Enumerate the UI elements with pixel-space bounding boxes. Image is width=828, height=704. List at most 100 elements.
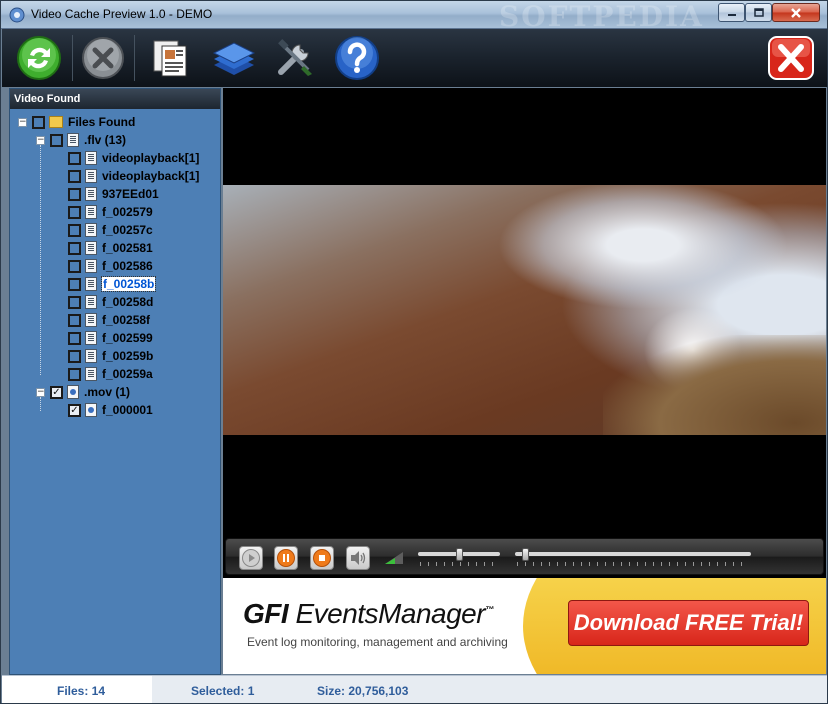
refresh-icon [17, 36, 61, 80]
pages-button[interactable] [208, 33, 258, 83]
stacked-pages-icon [212, 42, 256, 75]
video-preview[interactable] [223, 88, 826, 535]
file-checkbox[interactable] [68, 349, 81, 363]
minimize-button[interactable] [718, 3, 745, 22]
file-checkbox[interactable]: ✓ [50, 385, 63, 399]
video-file-icon [85, 241, 97, 255]
app-icon [9, 7, 25, 23]
tree-file-label: f_00259a [102, 367, 153, 381]
maximize-icon [753, 7, 764, 17]
settings-button[interactable] [270, 33, 320, 83]
file-checkbox[interactable] [68, 151, 81, 165]
file-checkbox[interactable] [68, 187, 81, 201]
tree-file-item[interactable]: f_002581 [54, 239, 153, 257]
tree-file-label: videoplayback[1] [102, 151, 200, 165]
ad-tagline: Event log monitoring, management and arc… [247, 635, 508, 649]
tree-file-label: f_00259b [102, 349, 154, 363]
exit-icon [768, 36, 814, 80]
expand-collapse-toggle[interactable]: − [18, 117, 27, 127]
tree-file-item[interactable]: 937EEd01 [54, 185, 159, 203]
refresh-button[interactable] [14, 33, 64, 83]
seek-slider-thumb[interactable] [522, 548, 530, 561]
ad-brand-thin: EventsManager [295, 598, 486, 629]
tree-file-item[interactable]: f_00258d [54, 293, 153, 311]
exit-button[interactable] [766, 33, 816, 83]
pause-button[interactable] [274, 546, 298, 570]
tree-file-label: f_00257c [102, 223, 153, 237]
seek-ticks [517, 562, 749, 566]
tree-group[interactable]: − ✓ .mov (1) [36, 383, 130, 401]
video-file-icon [85, 313, 97, 327]
ad-banner[interactable]: GFI EventsManager™ Event log monitoring,… [223, 578, 826, 674]
play-button[interactable] [239, 546, 263, 570]
video-frame [223, 185, 826, 435]
volume-ticks [420, 562, 498, 566]
file-checkbox[interactable] [68, 205, 81, 219]
tree-file-item[interactable]: f_00259b [54, 347, 153, 365]
file-checkbox[interactable] [68, 223, 81, 237]
file-checkbox[interactable] [68, 169, 81, 183]
report-button[interactable] [146, 33, 196, 83]
maximize-button[interactable] [745, 3, 772, 22]
tree-file-item[interactable]: f_00257c [54, 221, 153, 239]
file-checkbox[interactable] [68, 313, 81, 327]
help-button[interactable] [332, 33, 382, 83]
file-checkbox[interactable] [32, 115, 45, 129]
close-icon [791, 7, 801, 18]
flv-file-icon [67, 133, 79, 147]
file-checkbox[interactable] [68, 331, 81, 345]
panel-header: Video Found [10, 89, 220, 109]
expand-collapse-toggle[interactable]: − [36, 135, 45, 145]
video-frame-detail [603, 335, 826, 435]
stop-playback-button[interactable] [310, 546, 334, 570]
tree-file-item[interactable]: f_002586 [54, 257, 153, 275]
ad-brand-bold: GFI [243, 598, 296, 629]
file-checkbox[interactable] [68, 295, 81, 309]
documents-icon [153, 40, 187, 77]
file-checkbox[interactable] [68, 367, 81, 381]
help-icon [335, 36, 379, 80]
expand-collapse-toggle[interactable]: − [36, 387, 45, 397]
tree-file-label: f_00258f [102, 313, 151, 327]
volume-level-icon [385, 552, 403, 564]
title-bar: Video Cache Preview 1.0 - DEMO SOFTPEDIA [1, 1, 827, 33]
close-window-button[interactable] [772, 3, 820, 22]
tree-file-item[interactable]: ✓ f_000001 [54, 401, 153, 419]
tree-file-label: f_00258d [102, 295, 154, 309]
tree-file-item[interactable]: f_00258b [54, 275, 157, 293]
tree-file-item[interactable]: f_002599 [54, 329, 153, 347]
stop-button[interactable] [78, 33, 128, 83]
tree-file-label[interactable]: f_00258b [100, 276, 157, 292]
file-checkbox[interactable] [68, 277, 81, 291]
tree-root-label: Files Found [68, 115, 136, 129]
folder-icon [49, 116, 63, 128]
tree-file-item[interactable]: videoplayback[1] [54, 167, 199, 185]
window-title: Video Cache Preview 1.0 - DEMO [31, 7, 213, 21]
player-controls [223, 535, 826, 578]
seek-slider[interactable] [515, 552, 751, 556]
volume-slider-thumb[interactable] [456, 548, 463, 561]
tree-file-item[interactable]: videoplayback[1] [54, 149, 199, 167]
mute-button[interactable] [346, 546, 370, 570]
download-trial-button[interactable]: Download FREE Trial! [568, 600, 809, 646]
tools-icon [278, 39, 312, 76]
tree-file-item[interactable]: f_00259a [54, 365, 153, 383]
file-checkbox[interactable] [68, 259, 81, 273]
status-bar: Files: 14 Selected: 1 Size: 20,756,103 [2, 675, 827, 703]
file-checkbox[interactable]: ✓ [68, 403, 81, 417]
file-checkbox[interactable] [50, 133, 63, 147]
tree-file-item[interactable]: f_002579 [54, 203, 153, 221]
play-icon [242, 549, 260, 567]
video-found-panel: Video Found − Files Found − .flv (13) videop… [9, 88, 221, 675]
video-file-icon [85, 277, 97, 291]
control-bar [225, 538, 824, 575]
ad-trademark: ™ [485, 604, 494, 615]
tree-file-label: f_002599 [102, 331, 153, 345]
stop-icon [313, 549, 331, 567]
video-file-icon [85, 331, 97, 345]
tree-group[interactable]: − .flv (13) [36, 131, 126, 149]
tree-file-item[interactable]: f_00258f [54, 311, 150, 329]
file-checkbox[interactable] [68, 241, 81, 255]
tree-file-label: f_000001 [102, 403, 153, 417]
tree-root[interactable]: − Files Found [18, 113, 135, 131]
